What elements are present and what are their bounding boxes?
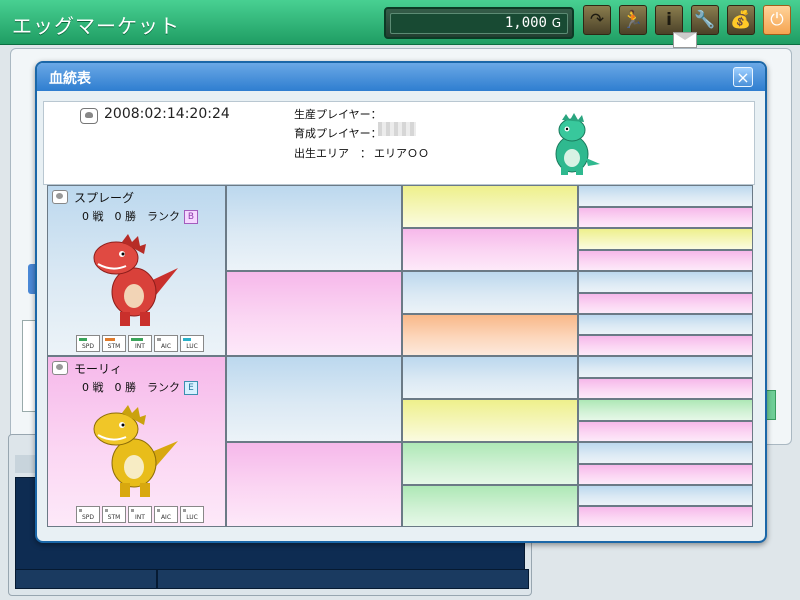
ancestor-slot[interactable] xyxy=(578,399,753,421)
great-grandparent-slot[interactable] xyxy=(402,228,578,271)
ancestor-slot[interactable] xyxy=(578,485,753,506)
father-record: 0 戦 0 勝 ランク B xyxy=(82,208,198,224)
father-name: スプレーグ xyxy=(74,191,135,205)
mother-stat-bar: SPD STM INT AIC LUC xyxy=(76,506,204,524)
egg-icon xyxy=(80,108,98,124)
stat-int: INT xyxy=(128,506,152,523)
great-grandparent-slot[interactable] xyxy=(402,314,578,356)
grandparent-slot[interactable] xyxy=(226,185,402,271)
mail-icon[interactable] xyxy=(673,32,697,48)
ancestor-slot[interactable] xyxy=(578,464,753,485)
grandparent-slot[interactable] xyxy=(226,271,402,356)
area-label: 出生エリア ： xyxy=(294,147,371,160)
mother-record: 0 戦 0 勝 ランク E xyxy=(82,379,198,395)
money-unit: G xyxy=(551,16,561,30)
area-value: エリアＯＯ xyxy=(374,147,429,160)
egg-icon xyxy=(52,361,68,375)
great-grandparent-slot[interactable] xyxy=(402,442,578,485)
money-display: 1,000 G xyxy=(384,7,574,39)
top-bar: エッグマーケット 1,000 G ↷ 🏃 i 🔧 💰 ⏻ xyxy=(0,0,800,48)
close-button[interactable]: × xyxy=(733,67,753,87)
great-grandparent-slot[interactable] xyxy=(402,271,578,314)
ancestor-slot[interactable] xyxy=(578,293,753,314)
running-man-icon: 🏃 xyxy=(622,10,644,30)
ancestor-slot[interactable] xyxy=(578,207,753,228)
father-rank-badge: B xyxy=(184,210,198,224)
stat-stm: STM xyxy=(102,506,126,523)
run-button[interactable]: 🏃 xyxy=(619,5,647,35)
info-icon: i xyxy=(666,10,672,30)
ancestor-slot[interactable] xyxy=(578,250,753,271)
father-stat-bar: SPD STM INT AIC LUC xyxy=(76,335,204,353)
mother-dinosaur-image xyxy=(93,405,178,497)
bag-button[interactable]: 💰 xyxy=(727,5,755,35)
power-button[interactable]: ⏻ xyxy=(763,5,791,35)
chat-channel-select[interactable] xyxy=(15,569,157,589)
chat-input[interactable] xyxy=(157,569,529,589)
breeder-value-blurred xyxy=(378,122,416,136)
ancestor-slot[interactable] xyxy=(578,506,753,527)
egg-info-panel: 2008:02:14:20:24 生産プレイヤー： 育成プレイヤー： 出生エリア… xyxy=(43,101,755,185)
egg-icon xyxy=(52,190,68,204)
grandparent-slot[interactable] xyxy=(226,356,402,442)
stat-luc: LUC xyxy=(180,506,204,523)
stat-int: INT xyxy=(128,335,152,352)
great-grandparent-slot[interactable] xyxy=(402,485,578,527)
info-button[interactable]: i xyxy=(655,5,683,35)
stat-spd: SPD xyxy=(76,335,100,352)
pedigree-tree: スプレーグ 0 戦 0 勝 ランクB SPD STM INT AIC LUC xyxy=(47,185,757,527)
mother-panel[interactable]: モーリィ 0 戦 0 勝 ランク E SPD STM INT AIC LUC xyxy=(47,356,226,527)
great-grandparent-slot[interactable] xyxy=(402,356,578,399)
father-panel[interactable]: スプレーグ 0 戦 0 勝 ランク B SPD STM INT AIC LUC xyxy=(47,185,226,356)
birth-date: 2008:02:14:20:24 xyxy=(104,106,230,122)
stat-spd: SPD xyxy=(76,506,100,523)
dialog-header: 血統表 × xyxy=(37,63,765,91)
ancestor-slot[interactable] xyxy=(578,442,753,464)
ancestor-slot[interactable] xyxy=(578,185,753,207)
great-grandparent-slot[interactable] xyxy=(402,185,578,228)
producer-label: 生産プレイヤー： xyxy=(294,108,382,121)
stat-aic: AIC xyxy=(154,335,178,352)
dialog-title: 血統表 xyxy=(49,71,91,87)
power-icon: ⏻ xyxy=(770,10,784,30)
ancestor-slot[interactable] xyxy=(578,378,753,399)
ancestor-slot[interactable] xyxy=(578,335,753,356)
child-dinosaur-image xyxy=(555,113,600,175)
grandparent-slot[interactable] xyxy=(226,442,402,527)
stat-aic: AIC xyxy=(154,506,178,523)
money-bag-icon: 💰 xyxy=(730,10,752,30)
wrench-icon: 🔧 xyxy=(694,10,716,30)
ancestor-slot[interactable] xyxy=(578,228,753,250)
mother-rank-badge: E xyxy=(184,381,198,395)
great-grandparent-slot[interactable] xyxy=(402,399,578,442)
money-value: 1,000 xyxy=(504,15,547,31)
ancestor-slot[interactable] xyxy=(578,421,753,442)
u-turn-arrow-icon: ↷ xyxy=(589,10,605,30)
pedigree-dialog: 血統表 × 2008:02:14:20:24 生産プレイヤー： 育成プレイヤー：… xyxy=(35,61,767,543)
stat-stm: STM xyxy=(102,335,126,352)
ancestor-slot[interactable] xyxy=(578,314,753,335)
ancestor-slot[interactable] xyxy=(578,356,753,378)
close-icon: × xyxy=(736,68,750,87)
breeder-label: 育成プレイヤー： xyxy=(294,127,382,140)
tool-button[interactable]: 🔧 xyxy=(691,5,719,35)
ancestor-slot[interactable] xyxy=(578,271,753,293)
mother-name: モーリィ xyxy=(74,362,123,376)
father-dinosaur-image xyxy=(93,234,178,326)
return-button[interactable]: ↷ xyxy=(583,5,611,35)
app-title: エッグマーケット xyxy=(12,14,180,38)
stat-luc: LUC xyxy=(180,335,204,352)
